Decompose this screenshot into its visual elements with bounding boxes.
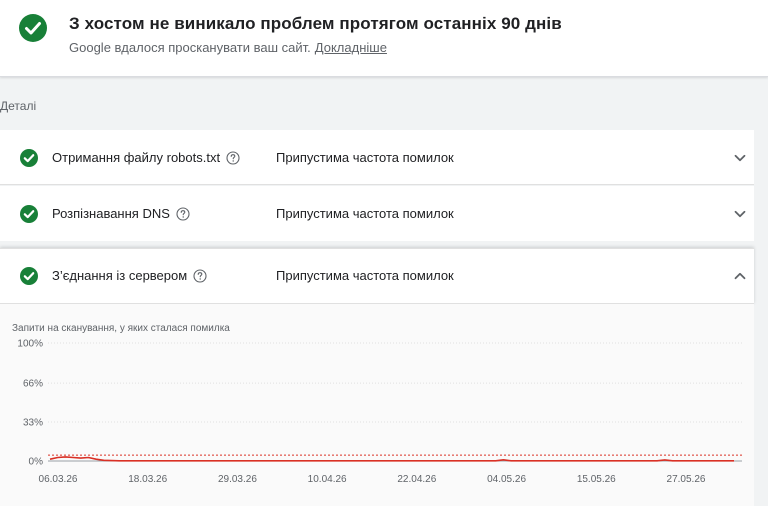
x-tick-label: 29.03.26 — [218, 474, 257, 485]
details-row-server-connection[interactable]: З’єднання із сервером Припустима частота… — [0, 248, 754, 304]
help-icon[interactable] — [226, 151, 240, 165]
row-name: З’єднання із сервером — [52, 268, 207, 284]
row-status: Припустима частота помилок — [276, 268, 454, 283]
x-tick-label: 06.03.26 — [39, 474, 78, 485]
details-row-robots-txt[interactable]: Отримання файлу robots.txt Припустима ча… — [0, 130, 754, 185]
details-row-dns[interactable]: Розпізнавання DNS Припустима частота пом… — [0, 186, 754, 241]
y-tick-label: 33% — [23, 418, 43, 429]
chevron-down-icon[interactable] — [733, 207, 747, 221]
series-line — [49, 456, 734, 462]
y-tick-label: 0% — [29, 457, 44, 468]
check-circle-icon — [20, 205, 38, 223]
x-tick-label: 04.05.26 — [487, 474, 526, 485]
chart-title: Запити на сканування, у яких сталася пом… — [12, 323, 230, 334]
x-tick-label: 27.05.26 — [667, 474, 706, 485]
y-tick-label: 66% — [23, 379, 43, 390]
subtitle-text: Google вдалося просканувати ваш сайт. — [69, 40, 311, 55]
x-tick-label: 22.04.26 — [397, 474, 436, 485]
details-label: Деталі — [0, 99, 37, 113]
x-tick-label: 10.04.26 — [308, 474, 347, 485]
help-icon[interactable] — [193, 269, 207, 283]
row-status: Припустима частота помилок — [276, 206, 454, 221]
y-tick-label: 100% — [17, 339, 43, 350]
row-name: Отримання файлу robots.txt — [52, 150, 240, 166]
check-circle-icon — [20, 267, 38, 285]
check-circle-icon — [20, 149, 38, 167]
x-tick-label: 15.05.26 — [577, 474, 616, 485]
error-rate-chart: 100% 66% 33% 0% 06.03.26 18.03.26 29.03.26 10.0… — [0, 304, 754, 506]
check-circle-icon — [19, 14, 47, 42]
chevron-up-icon[interactable] — [733, 269, 747, 283]
status-title: З хостом не виникало проблем протягом ос… — [69, 14, 562, 33]
x-tick-label: 18.03.26 — [128, 474, 167, 485]
status-header: З хостом не виникало проблем протягом ос… — [0, 0, 768, 77]
row-name: Розпізнавання DNS — [52, 206, 190, 222]
chevron-down-icon[interactable] — [733, 151, 747, 165]
help-icon[interactable] — [176, 207, 190, 221]
row-status: Припустима частота помилок — [276, 150, 454, 165]
chart-svg: 100% 66% 33% 0% 06.03.26 18.03.26 29.03.26 10.0… — [17, 339, 742, 485]
learn-more-link[interactable]: Докладніше — [315, 40, 387, 55]
status-subtitle: Google вдалося просканувати ваш сайт. Док… — [69, 40, 387, 55]
